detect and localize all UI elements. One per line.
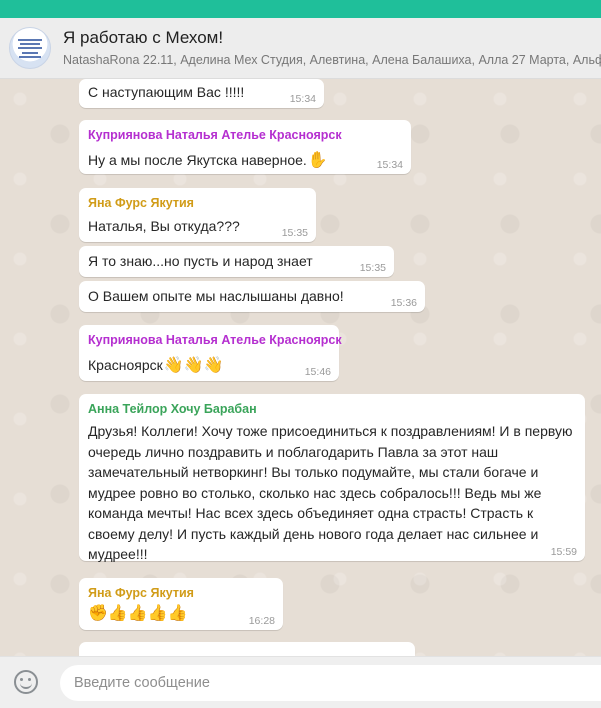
message-body: Ну а мы после Якутска наверное.✋ xyxy=(88,150,328,169)
message-time: 15:36 xyxy=(390,297,417,309)
message-bubble[interactable]: О Вашем опыте мы наслышаны давно! 15:36 xyxy=(79,281,425,312)
message-author: Яна Фурс Якутия xyxy=(88,196,194,210)
message-text: Ну а мы после Якутска наверное. xyxy=(88,152,307,168)
message-text: Я то знаю...но пусть и народ знает xyxy=(88,253,313,269)
message-author: Анна Тейлор Хочу Барабан xyxy=(88,402,257,416)
message-time: 15:59 xyxy=(550,546,577,558)
message-text: О Вашем опыте мы наслышаны давно! xyxy=(88,288,344,304)
message-time: 15:35 xyxy=(359,262,386,274)
message-text: Друзья! Коллеги! Хочу тоже присоединитьс… xyxy=(88,423,573,562)
chat-title: Я работаю с Мехом! xyxy=(63,28,224,47)
message-time: 15:34 xyxy=(376,159,403,171)
chat-header[interactable]: Я работаю с Мехом! NatashaRona 22.11, Ад… xyxy=(0,18,601,79)
message-bubble[interactable]: Куприянова Наталья Ателье Красноярск Ну … xyxy=(79,120,411,174)
message-list[interactable]: С наступающим Вас !!!!! 15:34 Куприянова… xyxy=(0,79,601,656)
message-body: Красноярск👋👋👋 xyxy=(88,355,224,374)
message-text: Красноярск xyxy=(88,357,163,373)
message-time: 15:46 xyxy=(304,366,331,378)
message-author: Куприянова Наталья Ателье Красноярск xyxy=(88,128,342,142)
emoji-icon[interactable] xyxy=(14,670,38,694)
group-avatar[interactable] xyxy=(9,27,51,69)
waving-hand-emoji: 👋👋👋 xyxy=(163,355,224,374)
message-bubble-partial[interactable] xyxy=(79,642,415,656)
message-author: Куприянова Наталья Ателье Красноярск xyxy=(88,333,342,347)
message-text: С наступающим Вас !!!!! xyxy=(88,84,245,100)
raised-hand-emoji: ✋ xyxy=(307,150,328,169)
message-time: 16:28 xyxy=(248,615,275,627)
composer-bar xyxy=(0,656,601,708)
message-bubble[interactable]: Яна Фурс Якутия ✊👍👍👍👍 16:28 xyxy=(79,578,283,630)
message-bubble[interactable]: Анна Тейлор Хочу Барабан Друзья! Коллеги… xyxy=(79,394,585,562)
message-author: Яна Фурс Якутия xyxy=(88,586,194,600)
message-time: 15:34 xyxy=(289,93,316,105)
window-top-accent xyxy=(0,0,601,18)
message-bubble[interactable]: Куприянова Наталья Ателье Красноярск Кра… xyxy=(79,325,342,381)
thumbs-up-emoji: ✊👍👍👍👍 xyxy=(88,603,188,622)
message-bubble[interactable]: Яна Фурс Якутия Наталья, Вы откуда??? 15… xyxy=(79,188,316,242)
message-time: 15:35 xyxy=(281,227,308,239)
message-body: ✊👍👍👍👍 xyxy=(88,603,188,622)
chat-participants: NatashaRona 22.11, Аделина Мех Студия, А… xyxy=(63,53,601,67)
message-text: Наталья, Вы откуда??? xyxy=(88,218,240,234)
message-input[interactable] xyxy=(60,665,601,701)
message-bubble[interactable]: Я то знаю...но пусть и народ знает 15:35 xyxy=(79,246,394,277)
message-bubble[interactable]: С наступающим Вас !!!!! 15:34 xyxy=(79,79,324,108)
